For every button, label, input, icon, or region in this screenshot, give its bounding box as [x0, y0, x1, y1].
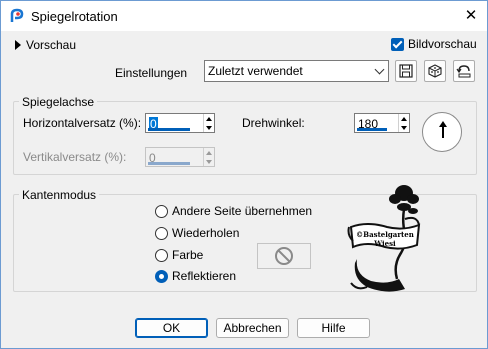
settings-selected-value: Zuletzt verwendet [208, 64, 303, 78]
spinner-arrows[interactable] [398, 114, 409, 132]
horizontal-offset-slider-bar [148, 128, 190, 131]
save-preset-button[interactable] [395, 60, 417, 82]
horizontal-offset-spinbox[interactable]: 0 [145, 113, 215, 133]
expand-arrow-icon [15, 40, 21, 50]
no-color-icon [275, 247, 293, 265]
chevron-down-icon [371, 62, 387, 80]
reset-icon [456, 65, 471, 78]
preview-label: Vorschau [26, 38, 77, 52]
dialog-window: Spiegelrotation ✕ Vorschau Bildvorschau … [0, 0, 488, 349]
radio-label: Andere Seite übernehmen [172, 204, 313, 218]
radio-label: Farbe [172, 248, 204, 262]
radio-icon [155, 204, 168, 218]
randomize-button[interactable] [424, 60, 446, 82]
preview-expander[interactable]: Vorschau [15, 38, 76, 52]
reset-button[interactable] [453, 60, 475, 82]
window-title: Spiegelrotation [31, 9, 118, 24]
radio-repeat[interactable]: Wiederholen [155, 226, 239, 240]
cancel-button[interactable]: Abbrechen [216, 318, 289, 338]
randomize-icon [428, 64, 442, 78]
color-swatch [257, 243, 311, 269]
settings-dropdown[interactable]: Zuletzt verwendet [204, 60, 389, 82]
rotation-dial[interactable] [422, 112, 462, 152]
checkbox-checked-icon [391, 37, 404, 51]
radio-color[interactable]: Farbe [155, 248, 203, 262]
image-preview-label: Bildvorschau [408, 37, 477, 51]
ok-button[interactable]: OK [135, 318, 208, 338]
watermark-logo: ©Bastelgarten Wiesi [347, 183, 423, 295]
horizontal-offset-label: Horizontalversatz (%): [23, 116, 142, 130]
vertical-offset-slider-bar [148, 162, 190, 165]
radio-reflect[interactable]: Reflektieren [155, 269, 236, 283]
watermark-text-2: Wiesi [374, 239, 396, 248]
spinner-arrows[interactable] [203, 114, 214, 132]
radio-selected-icon [155, 269, 168, 283]
angle-spinbox[interactable]: 180 [354, 113, 410, 133]
radio-other-side[interactable]: Andere Seite übernehmen [155, 204, 312, 218]
paintshop-icon [10, 8, 24, 22]
angle-label: Drehwinkel: [242, 116, 305, 130]
close-icon[interactable]: ✕ [463, 8, 479, 24]
watermark-text-1: ©Bastelgarten [356, 230, 414, 239]
angle-slider-bar [357, 128, 387, 131]
spinner-arrows [203, 148, 214, 166]
save-icon [399, 64, 413, 78]
radio-label: Wiederholen [172, 226, 240, 240]
vertical-offset-label: Vertikalversatz (%): [23, 150, 127, 164]
title-bar: Spiegelrotation ✕ [1, 1, 487, 31]
mirror-axis-title: Spiegelachse [19, 95, 98, 109]
edge-mode-title: Kantenmodus [19, 188, 100, 202]
radio-icon [155, 226, 168, 240]
dial-needle [442, 124, 444, 138]
radio-label: Reflektieren [172, 269, 237, 283]
radio-icon [155, 248, 168, 262]
vertical-offset-spinbox: 0 [145, 147, 215, 167]
settings-label: Einstellungen [115, 66, 188, 80]
image-preview-checkbox[interactable]: Bildvorschau [391, 37, 477, 51]
help-button[interactable]: Hilfe [297, 318, 370, 338]
